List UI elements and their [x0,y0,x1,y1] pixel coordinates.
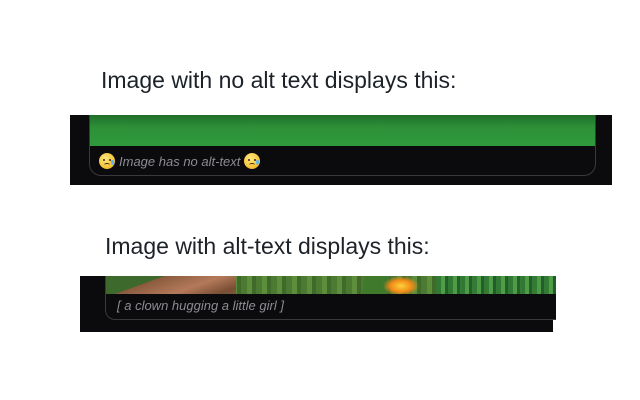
image-card-with-alt: [ a clown hugging a little girl ] [105,276,556,320]
alt-text-caption: [ a clown hugging a little girl ] [117,298,284,313]
no-alt-text-demo: Image has no alt-text [70,115,612,185]
image-card-no-alt: Image has no alt-text [89,115,596,176]
no-alt-caption: Image has no alt-text [99,151,261,171]
cropped-image-pixel-art [106,276,556,294]
cropped-image-green [90,115,595,146]
no-alt-caption-text: Image has no alt-text [119,153,241,169]
alt-text-demo: [ a clown hugging a little girl ] [80,276,556,332]
crying-face-icon [244,153,261,169]
crying-face-icon [99,153,115,169]
heading-no-alt-text: Image with no alt text displays this: [101,67,457,93]
heading-with-alt-text: Image with alt-text displays this: [105,233,430,259]
